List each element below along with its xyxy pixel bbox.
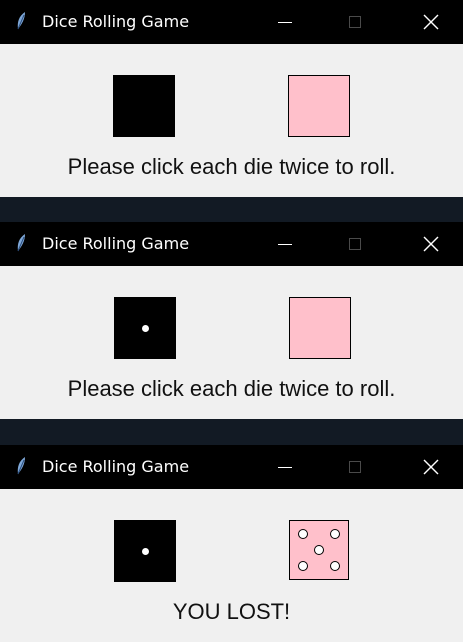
left-die[interactable] — [113, 75, 175, 137]
maximize-icon — [349, 461, 361, 473]
status-message: Please click each die twice to roll. — [67, 154, 396, 179]
feather-icon — [17, 12, 25, 30]
left-die[interactable] — [114, 520, 176, 582]
window-title: Dice Rolling Game — [42, 12, 190, 31]
status-message: Please click each die twice to roll. — [67, 376, 396, 401]
die-pip — [142, 548, 149, 555]
die-pip — [330, 529, 340, 539]
minimize-icon — [278, 466, 292, 468]
maximize-button[interactable] — [332, 222, 378, 266]
close-button[interactable] — [408, 222, 454, 266]
feather-icon — [17, 234, 25, 252]
close-button[interactable] — [408, 445, 454, 489]
maximize-button[interactable] — [332, 445, 378, 489]
minimize-icon — [278, 243, 292, 245]
game-area: Please click each die twice to roll. — [0, 266, 463, 419]
maximize-icon — [349, 238, 361, 250]
game-area: Please click each die twice to roll. — [0, 44, 463, 197]
game-window-3: Dice Rolling Game YOU LOST! — [0, 445, 463, 642]
close-button[interactable] — [408, 0, 454, 44]
die-pip — [142, 325, 149, 332]
right-die[interactable] — [288, 75, 350, 137]
die-pip — [330, 561, 340, 571]
feather-icon — [17, 457, 25, 475]
close-icon — [423, 14, 439, 30]
minimize-button[interactable] — [262, 222, 308, 266]
die-pip — [298, 561, 308, 571]
game-window-2: Dice Rolling Game Please click each die … — [0, 222, 463, 419]
minimize-icon — [278, 21, 292, 23]
minimize-button[interactable] — [262, 445, 308, 489]
title-bar[interactable]: Dice Rolling Game — [0, 0, 463, 44]
close-icon — [423, 459, 439, 475]
close-icon — [423, 236, 439, 252]
left-die[interactable] — [114, 297, 176, 359]
game-area: YOU LOST! — [0, 489, 463, 642]
minimize-button[interactable] — [262, 0, 308, 44]
title-bar[interactable]: Dice Rolling Game — [0, 222, 463, 266]
title-bar[interactable]: Dice Rolling Game — [0, 445, 463, 489]
right-die[interactable] — [289, 520, 349, 580]
die-pip — [298, 529, 308, 539]
status-message: YOU LOST! — [172, 599, 291, 624]
right-die[interactable] — [289, 297, 351, 359]
window-title: Dice Rolling Game — [42, 234, 190, 253]
maximize-icon — [349, 16, 361, 28]
die-pip — [314, 545, 324, 555]
window-title: Dice Rolling Game — [42, 457, 190, 476]
maximize-button[interactable] — [332, 0, 378, 44]
game-window-1: Dice Rolling Game Please click each die … — [0, 0, 463, 197]
